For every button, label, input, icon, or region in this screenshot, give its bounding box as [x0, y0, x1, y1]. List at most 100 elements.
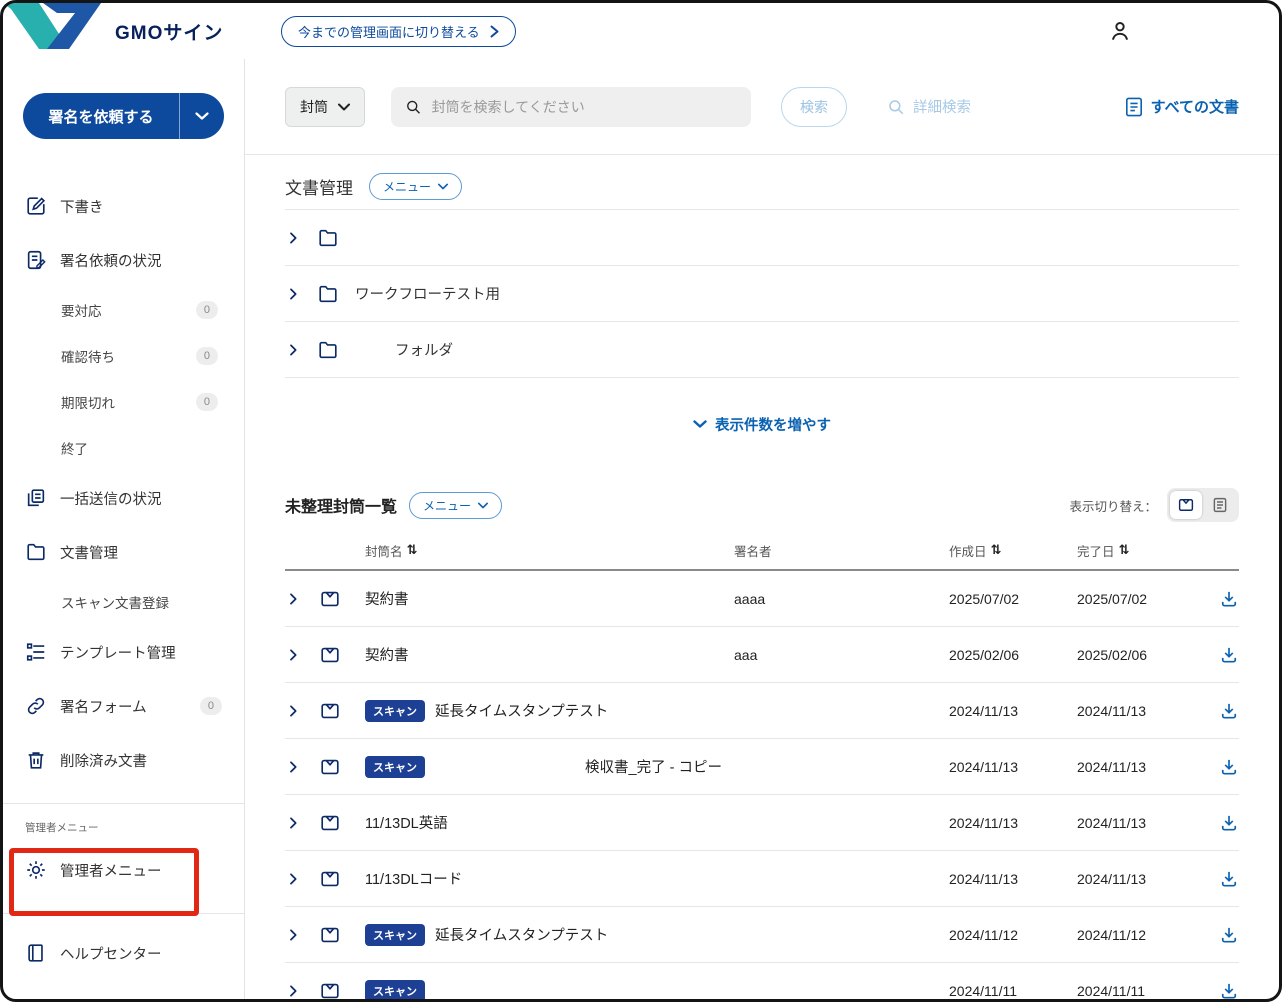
sidebar-item-label: テンプレート管理 — [60, 642, 176, 663]
sidebar-subitem-scan-register[interactable]: スキャン文書登録 — [3, 579, 244, 625]
subitem-label: 終了 — [61, 438, 88, 458]
section-title-envelopes: 未整理封筒一覧 — [285, 493, 397, 517]
search-input[interactable] — [432, 99, 737, 115]
advanced-search-link[interactable]: 詳細検索 — [887, 96, 971, 117]
sidebar-subitem-expired[interactable]: 期限切れ 0 — [3, 379, 244, 425]
search-category-dropdown[interactable]: 封筒 — [285, 87, 365, 127]
created-cell: 2025/02/06 — [949, 647, 1077, 663]
expand-chevron-icon[interactable] — [285, 591, 319, 607]
request-signature-dropdown-button[interactable] — [180, 93, 224, 139]
envelope-name-cell: 契約書 — [365, 588, 734, 609]
search-button[interactable]: 検索 — [781, 87, 847, 127]
request-signature-button[interactable]: 署名を依頼する — [23, 93, 180, 139]
expand-chevron-icon[interactable] — [285, 230, 301, 246]
menu-pill-label: メニュー — [383, 178, 431, 195]
expand-chevron-icon[interactable] — [285, 927, 319, 943]
sidebar-item-request-status[interactable]: 署名依頼の状況 — [3, 233, 244, 287]
help-book-icon — [25, 942, 47, 964]
folder-row[interactable] — [285, 210, 1239, 266]
table-row[interactable]: 11/13DLコード 2024/11/13 2024/11/13 — [285, 851, 1239, 907]
count-badge: 0 — [200, 697, 222, 715]
sidebar-item-deleted-docs[interactable]: 削除済み文書 — [3, 733, 244, 787]
menu-pill-label: メニュー — [423, 497, 471, 514]
expand-chevron-icon[interactable] — [285, 286, 301, 302]
subitem-label: 期限切れ — [61, 392, 115, 412]
table-row[interactable]: 契約書 aaa 2025/02/06 2025/02/06 — [285, 627, 1239, 683]
search-icon — [887, 98, 905, 116]
card-view-button[interactable] — [1170, 491, 1202, 519]
sort-icon[interactable]: ⇅ — [1119, 542, 1130, 558]
sidebar-subitem-done[interactable]: 終了 — [3, 425, 244, 471]
request-signature-split-button: 署名を依頼する — [23, 93, 224, 139]
envelope-icon — [319, 812, 365, 834]
table-row[interactable]: スキャン延長タイムスタンプテスト 2024/11/13 2024/11/13 — [285, 683, 1239, 739]
download-button[interactable] — [1195, 645, 1239, 665]
table-row[interactable]: スキャン検収書_完了 - コピー 2024/11/13 2024/11/13 — [285, 739, 1239, 795]
list-view-button[interactable] — [1204, 491, 1236, 519]
download-button[interactable] — [1195, 981, 1239, 1000]
expand-chevron-icon[interactable] — [285, 871, 319, 887]
download-button[interactable] — [1195, 869, 1239, 889]
table-row[interactable]: 11/13DL英語 2024/11/13 2024/11/13 — [285, 795, 1239, 851]
envelope-menu-button[interactable]: メニュー — [409, 492, 502, 519]
search-bar: 封筒 検索 詳細検索 すべての文書 — [245, 59, 1279, 155]
envelope-name-cell: 契約書 — [365, 644, 734, 665]
folder-icon — [317, 227, 339, 249]
count-badge: 0 — [196, 347, 218, 365]
show-more-link[interactable]: 表示件数を増やす — [285, 378, 1239, 469]
sidebar-item-help-center[interactable]: ヘルプセンター — [3, 926, 244, 980]
column-signer: 署名者 — [734, 541, 949, 560]
sidebar-item-template-management[interactable]: テンプレート管理 — [3, 625, 244, 679]
download-button[interactable] — [1195, 589, 1239, 609]
created-cell: 2024/11/11 — [949, 983, 1077, 999]
envelope-view-icon — [1177, 496, 1195, 514]
expand-chevron-icon[interactable] — [285, 647, 319, 663]
folder-row[interactable]: ワークフローテスト用 — [285, 266, 1239, 322]
sidebar-subitem-action-required[interactable]: 要対応 0 — [3, 287, 244, 333]
column-envelope-name: 封筒名 ⇅ — [365, 541, 734, 560]
table-header-row: 封筒名 ⇅ 署名者 作成日 ⇅ 完了日 ⇅ — [285, 531, 1239, 571]
table-row[interactable]: スキャン 2024/11/11 2024/11/11 — [285, 963, 1239, 999]
download-button[interactable] — [1195, 925, 1239, 945]
scan-badge: スキャン — [365, 924, 425, 946]
download-button[interactable] — [1195, 813, 1239, 833]
switch-admin-screen-button[interactable]: 今までの管理画面に切り替える — [281, 16, 516, 47]
sort-icon[interactable]: ⇅ — [991, 542, 1002, 558]
expand-chevron-icon[interactable] — [285, 815, 319, 831]
list-view-icon — [1211, 496, 1229, 514]
count-badge: 0 — [196, 393, 218, 411]
expand-chevron-icon[interactable] — [285, 759, 319, 775]
sidebar-item-doc-management[interactable]: 文書管理 — [3, 525, 244, 579]
switch-admin-screen-label: 今までの管理画面に切り替える — [298, 22, 480, 41]
expand-chevron-icon[interactable] — [285, 703, 319, 719]
gear-icon — [25, 859, 47, 881]
table-row[interactable]: 契約書 aaaa 2025/07/02 2025/07/02 — [285, 571, 1239, 627]
account-icon[interactable] — [1107, 18, 1133, 44]
created-cell: 2024/11/13 — [949, 815, 1077, 831]
chevron-down-icon — [195, 112, 209, 121]
doc-management-menu-button[interactable]: メニュー — [369, 173, 462, 200]
envelope-icon — [319, 924, 365, 946]
document-pen-icon — [25, 249, 47, 271]
sidebar-nav: 下書き 署名依頼の状況 要対応 0 確認待ち 0 期限切れ — [3, 179, 244, 980]
folder-row[interactable]: フォルダ — [285, 322, 1239, 378]
sidebar-item-admin-menu[interactable]: 管理者メニュー — [3, 843, 244, 897]
admin-section-label: 管理者メニュー — [3, 804, 244, 835]
scan-badge: スキャン — [365, 700, 425, 722]
chevron-down-icon — [338, 103, 350, 111]
download-button[interactable] — [1195, 757, 1239, 777]
all-documents-link[interactable]: すべての文書 — [1125, 96, 1239, 117]
sidebar-item-bulk-send-status[interactable]: 一括送信の状況 — [3, 471, 244, 525]
download-button[interactable] — [1195, 701, 1239, 721]
table-row[interactable]: スキャン延長タイムスタンプテスト 2024/11/12 2024/11/12 — [285, 907, 1239, 963]
expand-chevron-icon[interactable] — [285, 342, 301, 358]
sidebar-item-sign-form[interactable]: 署名フォーム 0 — [3, 679, 244, 733]
sidebar-item-label: 署名依頼の状況 — [60, 250, 162, 271]
sidebar-subitem-waiting-confirmation[interactable]: 確認待ち 0 — [3, 333, 244, 379]
created-cell: 2025/07/02 — [949, 591, 1077, 607]
sort-icon[interactable]: ⇅ — [407, 542, 418, 558]
sidebar-item-draft[interactable]: 下書き — [3, 179, 244, 233]
sidebar-item-label: 削除済み文書 — [60, 750, 147, 771]
expand-chevron-icon[interactable] — [285, 983, 319, 999]
sidebar-item-label: ヘルプセンター — [60, 943, 162, 964]
